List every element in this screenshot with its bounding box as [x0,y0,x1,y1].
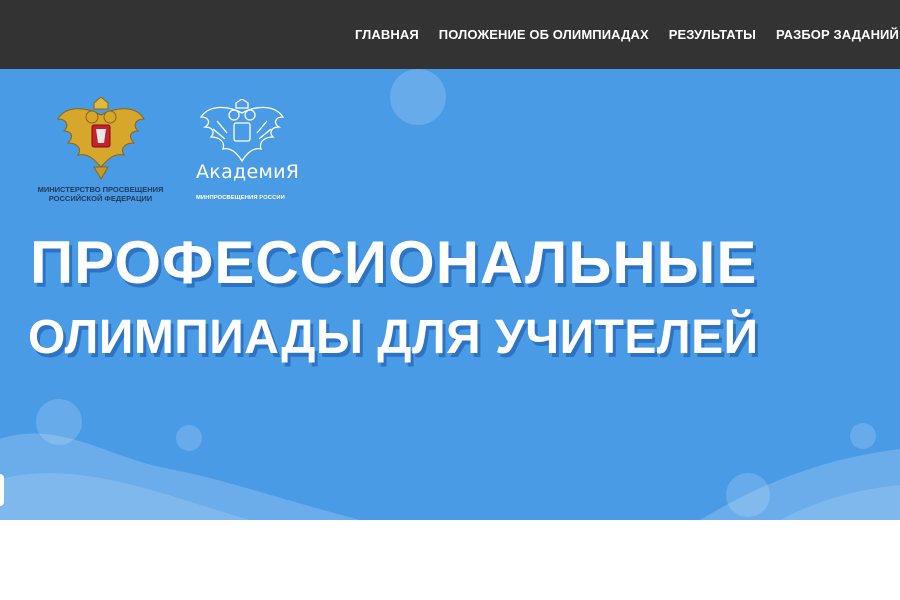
hero-headline: ПРОФЕССИОНАЛЬНЫЕ [30,229,758,296]
nav-item-task-review[interactable]: РАЗБОР ЗАДАНИЙ [776,27,899,42]
hero-banner: МИНИСТЕРСТВО ПРОСВЕЩЕНИЯ РОССИЙСКОЙ ФЕДЕ… [0,69,900,520]
academy-subtitle: МИНПРОСВЕЩЕНИЯ РОССИИ [196,195,285,201]
decor-wave-left [0,433,360,520]
double-headed-eagle-emblem-icon [57,97,145,180]
decor-wave-right [700,449,900,520]
nav-item-results[interactable]: РЕЗУЛЬТАТЫ [669,27,756,42]
nav-item-home[interactable]: ГЛАВНАЯ [355,27,419,42]
hero-subheadline: ОЛИМПИАДЫ ДЛЯ УЧИТЕЛЕЙ [28,311,759,364]
ministry-name: МИНИСТЕРСТВО ПРОСВЕЩЕНИЯ РОССИЙСКОЙ ФЕДЕ… [28,185,173,203]
decor-bubble [390,69,446,125]
ministry-name-line-1: МИНИСТЕРСТВО ПРОСВЕЩЕНИЯ [37,185,164,194]
ministry-name-line-2: РОССИЙСКОЙ ФЕДЕРАЦИИ [48,194,153,203]
nav-menu: ГЛАВНАЯ ПОЛОЖЕНИЕ ОБ ОЛИМПИАДАХ РЕЗУЛЬТА… [355,0,900,69]
top-navigation: ГЛАВНАЯ ПОЛОЖЕНИЕ ОБ ОЛИМПИАДАХ РЕЗУЛЬТА… [0,0,900,69]
side-tab-handle[interactable] [0,474,4,506]
nav-item-regulations[interactable]: ПОЛОЖЕНИЕ ОБ ОЛИМПИАДАХ [439,27,649,42]
academy-name: АкадемиЯ [196,161,300,183]
academy-logo[interactable]: АкадемиЯ МИНПРОСВЕЩЕНИЯ РОССИИ [192,99,300,209]
ministry-logo[interactable]: МИНИСТЕРСТВО ПРОСВЕЩЕНИЯ РОССИЙСКОЙ ФЕДЕ… [28,97,173,207]
